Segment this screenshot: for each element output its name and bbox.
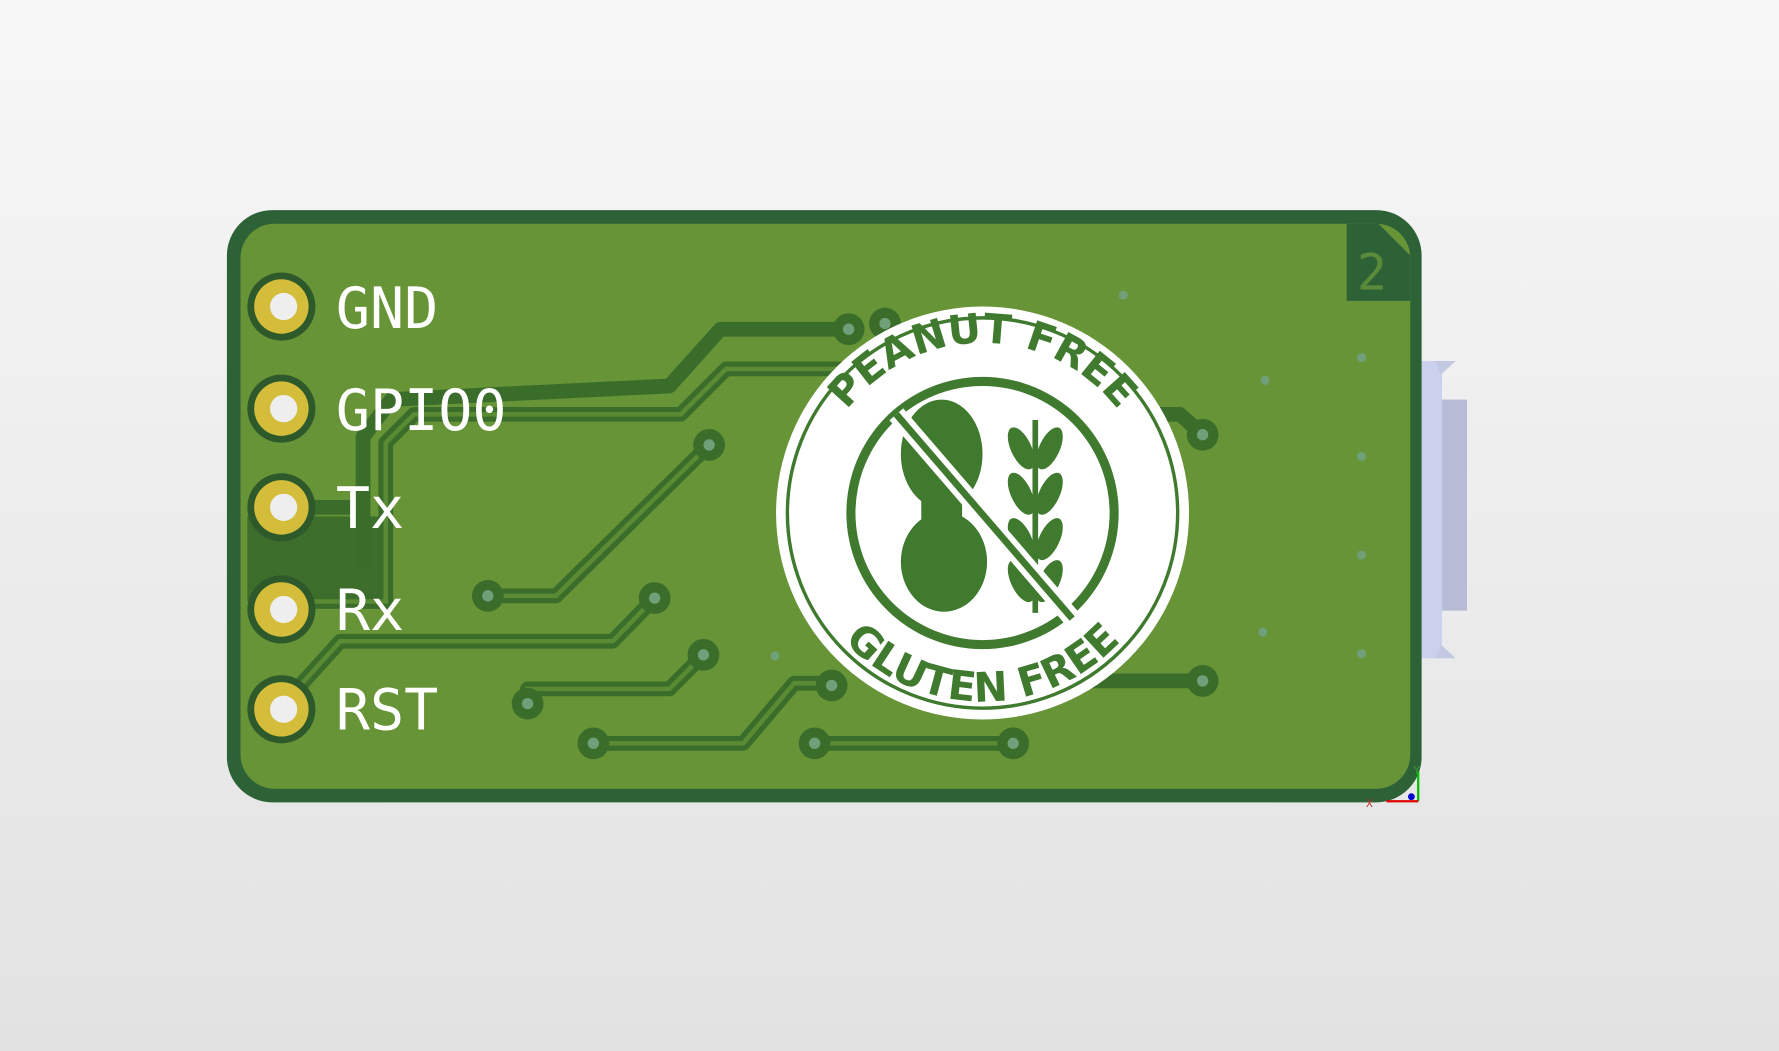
label-tx: Tx [336,476,404,542]
pad-rst [247,675,316,744]
label-rx: Rx [336,578,404,644]
peanut-gluten-free-logo: PEANUT FREE GLUTEN FREE [776,304,1190,720]
pad-rx [247,575,316,644]
label-gpio0: GPIO0 [336,378,507,444]
label-rst: RST [336,678,438,744]
pad-gnd [247,272,316,341]
pad-gpio0 [247,374,316,443]
axis-x-label: X [1366,799,1373,810]
layer-marker: 2 [1357,244,1387,302]
pcb-3d-viewport[interactable]: 2 GND GPIO0 Tx Rx RST PEANUT FREE GLUTEN… [0,0,1779,1051]
pad-tx [247,473,316,542]
label-gnd: GND [336,276,438,342]
axis-y-label: Y [1413,766,1421,777]
